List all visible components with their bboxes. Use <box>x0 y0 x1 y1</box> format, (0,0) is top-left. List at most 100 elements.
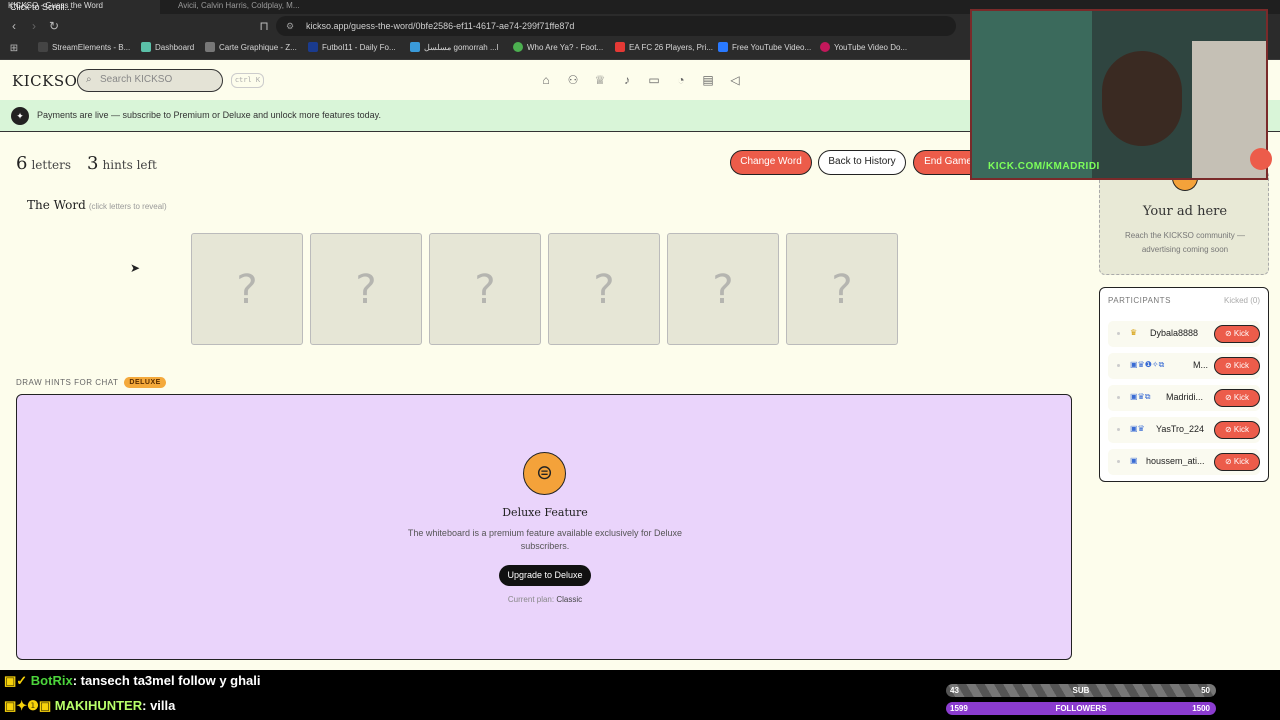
bookmark-item[interactable]: Free YouTube Video... <box>718 42 811 52</box>
bookmark-favicon-icon <box>308 42 318 52</box>
letter-tile[interactable]: ? <box>429 233 541 345</box>
forward-icon[interactable]: › <box>26 18 42 34</box>
sparkle-icon: ✦ <box>11 107 29 125</box>
participant-name: Dybala8888 <box>1150 328 1199 338</box>
site-info-icon[interactable]: ⚙ <box>286 16 294 36</box>
participants-panel: PARTICIPANTS Kicked (0) ♛ Dybala8888 ⊘ K… <box>1099 287 1269 482</box>
bookmark-label: Who Are Ya? - Foot... <box>527 42 604 52</box>
deluxe-badge: DELUXE <box>124 377 166 388</box>
participant-badges: ♛ <box>1130 328 1138 337</box>
deluxe-title: Deluxe Feature <box>502 506 588 519</box>
bookmark-label: مسلسل gomorrah ...l <box>424 42 499 52</box>
trophy-icon[interactable]: ♕ <box>592 72 608 88</box>
stream-overlay-top: Click to Scroll... <box>2 1 80 15</box>
participant-badges: ▣ <box>1130 456 1138 465</box>
ban-icon: ⊘ <box>1224 393 1232 402</box>
webcam-overlay: KICK.COM/KMADRIDI <box>970 9 1268 180</box>
ban-icon: ⊘ <box>1224 329 1232 338</box>
bookmark-item[interactable]: Futbol11 - Daily Fo... <box>308 42 396 52</box>
gamepad-icon: ⊜ <box>523 452 566 495</box>
tab-music[interactable]: Avicii, Calvin Harris, Coldplay, M... <box>170 0 320 14</box>
bookmark-item[interactable]: StreamElements - B... <box>38 42 130 52</box>
sub-goal-bar: 43 SUB 50 <box>946 684 1216 697</box>
chat-message: ▣✓ BotRix: tansech ta3mel follow y ghali <box>4 673 261 689</box>
participant-name: YasTro_224 <box>1156 424 1205 434</box>
status-dot <box>1117 460 1120 463</box>
bookmark-item[interactable]: Dashboard <box>141 42 194 52</box>
participant-badges: ▣♛⧉ <box>1130 392 1151 401</box>
chat-username: MAKIHUNTER <box>54 698 143 713</box>
kick-label: Kick <box>1233 361 1250 370</box>
apps-icon[interactable]: ⊞ <box>6 41 22 57</box>
reload-icon[interactable]: ↻ <box>46 18 62 34</box>
bookmark-item[interactable]: Who Are Ya? - Foot... <box>513 42 603 52</box>
kicked-count: Kicked (0) <box>1223 296 1260 305</box>
status-dot <box>1117 396 1120 399</box>
letter-tile[interactable]: ? <box>786 233 898 345</box>
shortcut-hint: ctrl K <box>231 73 264 88</box>
bookmark-item[interactable]: Carte Graphique - Z... <box>205 42 297 52</box>
status-dot <box>1117 332 1120 335</box>
change-word-button[interactable]: Change Word <box>730 150 812 175</box>
bookmark-item[interactable]: مسلسل gomorrah ...l <box>410 42 498 52</box>
bookmark-favicon-icon <box>513 42 523 52</box>
chart-icon[interactable]: ◔ <box>673 72 689 88</box>
hints-counter: 3 hints left <box>87 153 157 174</box>
users-icon[interactable]: ⚇ <box>565 72 581 88</box>
back-icon[interactable]: ‹ <box>6 18 22 34</box>
followers-goal-bar: 1599 FOLLOWERS 1500 <box>946 702 1216 715</box>
chat-text: : villa <box>142 698 176 713</box>
bookmark-label: YouTube Video Do... <box>834 42 908 52</box>
news-icon[interactable]: ▤ <box>700 72 716 88</box>
ad-description: Reach the KICKSO community — advertising… <box>1124 231 1246 254</box>
overlay-text: Click to Scroll... <box>10 2 73 12</box>
ban-icon: ⊘ <box>1224 457 1232 466</box>
participant-row: ▣ houssem_ati... ⊘ Kick <box>1108 449 1260 475</box>
url-field[interactable]: ⚙ kickso.app/guess-the-word/0bfe2586-ef1… <box>276 16 956 36</box>
bookmark-favicon-icon <box>820 42 830 52</box>
kick-button[interactable]: ⊘ Kick <box>1214 325 1260 343</box>
search-input[interactable]: ⌕ Search KICKSO <box>77 69 223 92</box>
word-section-title: The Word (click letters to reveal) <box>27 198 167 212</box>
letters-number: 6 <box>16 153 28 174</box>
home-icon[interactable]: ⌂ <box>538 72 554 88</box>
letter-tile[interactable]: ? <box>191 233 303 345</box>
search-icon: ⌕ <box>86 74 92 85</box>
bookmark-label: Dashboard <box>155 42 195 52</box>
mic-icon[interactable]: ♪ <box>619 72 635 88</box>
word-title-text: The Word <box>27 198 86 212</box>
back-to-history-button[interactable]: Back to History <box>818 150 906 175</box>
kick-button[interactable]: ⊘ Kick <box>1214 389 1260 407</box>
bookmark-icon[interactable]: ⊓ <box>256 18 272 34</box>
letter-tile[interactable]: ? <box>548 233 660 345</box>
upgrade-button[interactable]: Upgrade to Deluxe <box>499 565 591 586</box>
kick-label: Kick <box>1233 329 1250 338</box>
letter-tile[interactable]: ? <box>310 233 422 345</box>
webcam-caption: KICK.COM/KMADRIDI <box>988 161 1100 172</box>
kick-button[interactable]: ⊘ Kick <box>1214 421 1260 439</box>
kick-button[interactable]: ⊘ Kick <box>1214 453 1260 471</box>
plan-label: Current plan: <box>507 595 555 604</box>
draw-label-text: DRAW HINTS FOR CHAT <box>16 378 119 387</box>
chat-text: : tansech ta3mel follow y ghali <box>72 673 261 688</box>
bookmark-label: Free YouTube Video... <box>732 42 812 52</box>
tab-label: Avicii, Calvin Harris, Coldplay, M... <box>178 1 300 10</box>
participant-row: ▣♛ YasTro_224 ⊘ Kick <box>1108 417 1260 443</box>
site-logo[interactable]: KICKSO <box>12 72 77 90</box>
letters-label: letters <box>31 158 72 172</box>
url-text: kickso.app/guess-the-word/0bfe2586-ef11-… <box>306 21 575 31</box>
megaphone-icon[interactable]: ◁ <box>727 72 743 88</box>
kick-button[interactable]: ⊘ Kick <box>1214 357 1260 375</box>
hints-number: 3 <box>87 153 99 174</box>
followers-label: FOLLOWERS <box>1055 704 1107 713</box>
letter-tile[interactable]: ? <box>667 233 779 345</box>
chat-username: BotRix <box>30 673 73 688</box>
search-placeholder: Search KICKSO <box>100 74 173 85</box>
bookmark-item[interactable]: YouTube Video Do... <box>820 42 907 52</box>
participants-title: PARTICIPANTS <box>1108 296 1171 305</box>
whiteboard-panel: ⊜ Deluxe Feature The whiteboard is a pre… <box>16 394 1072 660</box>
monitor-icon[interactable]: ▭ <box>646 72 662 88</box>
kick-label: Kick <box>1233 457 1250 466</box>
bookmark-item[interactable]: EA FC 26 Players, Pri... <box>615 42 713 52</box>
bookmark-label: StreamElements - B... <box>52 42 131 52</box>
